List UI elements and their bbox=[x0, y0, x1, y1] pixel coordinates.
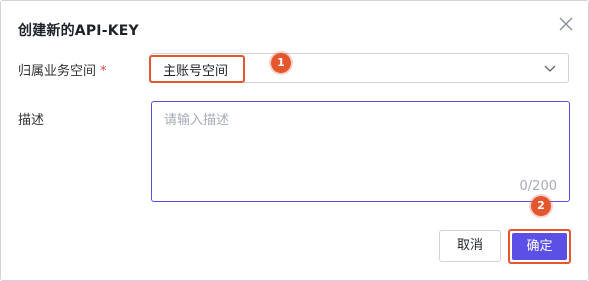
workspace-label: 归属业务空间 * bbox=[18, 60, 107, 79]
cancel-button[interactable]: 取消 bbox=[439, 230, 501, 262]
annotation-highlight-confirm: 确定 bbox=[508, 229, 571, 264]
annotation-badge-2: 2 bbox=[531, 196, 551, 216]
description-textarea[interactable]: 请输入描述 0/200 bbox=[151, 101, 570, 202]
dialog-title: 创建新的API-KEY bbox=[18, 23, 139, 39]
annotation-highlight-select bbox=[149, 55, 245, 83]
close-icon[interactable] bbox=[558, 16, 574, 32]
required-mark: * bbox=[100, 64, 107, 79]
confirm-button[interactable]: 确定 bbox=[512, 233, 567, 260]
annotation-badge-1: 1 bbox=[271, 53, 291, 73]
description-label: 描述 bbox=[18, 113, 45, 128]
chevron-down-icon bbox=[544, 65, 556, 72]
create-api-key-dialog: 创建新的API-KEY 归属业务空间 * 主账号空间 1 描述 请输入描述 0/2… bbox=[0, 0, 589, 281]
description-counter: 0/200 bbox=[519, 179, 557, 194]
description-placeholder: 请输入描述 bbox=[164, 113, 230, 128]
workspace-label-text: 归属业务空间 bbox=[18, 64, 97, 79]
